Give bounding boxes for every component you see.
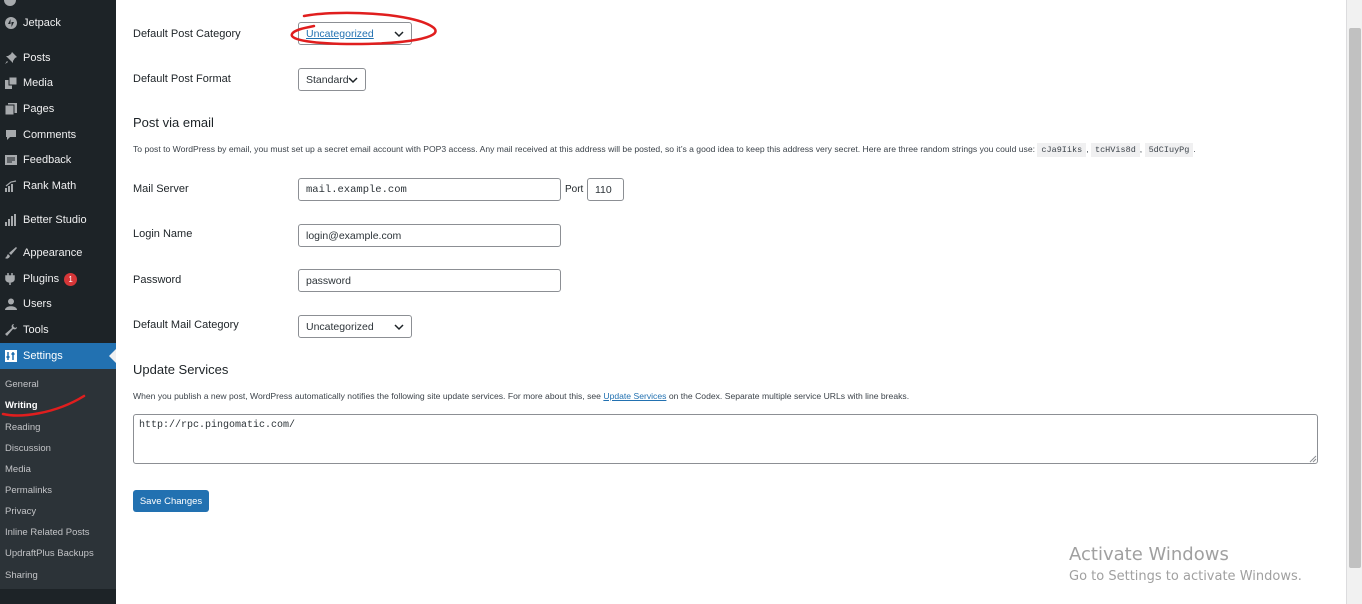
default-post-format-label: Default Post Format: [133, 73, 231, 85]
user-icon: [4, 297, 18, 311]
chevron-down-icon: [348, 77, 358, 84]
default-mail-category-select[interactable]: Uncategorized: [298, 315, 412, 338]
default-post-format-select[interactable]: Standard: [298, 68, 366, 91]
port-input[interactable]: 110: [587, 178, 624, 201]
sidebar-item-tools[interactable]: Tools: [0, 317, 116, 343]
sidebar-item-label: Appearance: [23, 247, 83, 259]
bars-icon: [4, 213, 18, 227]
submenu-item-general[interactable]: General: [5, 377, 39, 393]
default-mail-category-label: Default Mail Category: [133, 319, 239, 331]
settings-writing-panel: Default Post Category Uncategorized Defa…: [116, 0, 1346, 604]
sidebar-item-users[interactable]: Users: [0, 291, 116, 317]
login-name-label: Login Name: [133, 228, 193, 240]
submenu-item-sharing[interactable]: Sharing: [5, 568, 38, 584]
mail-server-input[interactable]: mail.example.com: [298, 178, 561, 201]
update-services-title: Update Services: [133, 362, 229, 377]
admin-sidebar: Jetpack Posts Media Pages Comments Feedb…: [0, 0, 116, 604]
plugin-icon: [4, 272, 18, 286]
plugin-update-badge: 1: [64, 272, 78, 286]
submenu-item-reading[interactable]: Reading: [5, 420, 40, 436]
sidebar-item-label: Tools: [23, 324, 49, 336]
comment-icon: [4, 128, 18, 142]
jetpack-icon: [4, 16, 18, 30]
sidebar-item-pages[interactable]: Pages: [0, 96, 116, 122]
port-label: Port: [565, 184, 584, 195]
chevron-down-icon: [394, 324, 404, 331]
select-value: Standard: [306, 73, 349, 86]
submenu-item-updraftplus-backups[interactable]: UpdraftPlus Backups: [5, 546, 94, 562]
submenu-item-writing[interactable]: Writing: [5, 398, 38, 414]
select-value: Uncategorized: [306, 27, 374, 40]
submenu-item-privacy[interactable]: Privacy: [5, 504, 36, 520]
sidebar-item-jetpack[interactable]: Jetpack: [0, 10, 116, 36]
pin-icon: [4, 51, 18, 65]
update-services-link[interactable]: Update Services: [603, 391, 666, 401]
post-via-email-description: To post to WordPress by email, you must …: [133, 143, 1196, 157]
sidebar-item-label: Feedback: [23, 154, 72, 166]
select-value: Uncategorized: [306, 320, 374, 333]
sidebar-item-media[interactable]: Media: [0, 70, 116, 96]
sidebar-item-label: Plugins: [23, 273, 60, 285]
sidebar-item-label: Jetpack: [23, 17, 61, 29]
default-post-category-label: Default Post Category: [133, 28, 241, 40]
media-icon: [4, 76, 18, 90]
page-scrollbar[interactable]: [1346, 0, 1362, 604]
settings-submenu: General Writing Reading Discussion Media…: [0, 369, 116, 589]
save-changes-button[interactable]: Save Changes: [133, 490, 209, 512]
mail-server-label: Mail Server: [133, 183, 189, 195]
submenu-item-inline-related-posts[interactable]: Inline Related Posts: [5, 525, 90, 541]
sidebar-item-label: Comments: [23, 129, 77, 141]
sidebar-item-label: Posts: [23, 52, 51, 64]
random-string-code: tcHVis8d: [1090, 143, 1140, 157]
random-string-code: cJa9Iiks: [1037, 143, 1087, 157]
sidebar-item-posts[interactable]: Posts: [0, 45, 116, 71]
default-post-category-select[interactable]: Uncategorized: [298, 22, 412, 45]
sidebar-item-comments[interactable]: Comments: [0, 122, 116, 148]
password-input[interactable]: password: [298, 269, 561, 292]
sidebar-item-rank-math[interactable]: Rank Math: [0, 173, 116, 199]
submenu-item-discussion[interactable]: Discussion: [5, 441, 51, 457]
post-via-email-title: Post via email: [133, 115, 214, 130]
sidebar-item-plugins[interactable]: Plugins 1: [0, 266, 116, 292]
submenu-item-permalinks[interactable]: Permalinks: [5, 483, 52, 499]
login-name-input[interactable]: login@example.com: [298, 224, 561, 247]
sidebar-item-appearance[interactable]: Appearance: [0, 240, 116, 266]
sidebar-item-label: Users: [23, 298, 52, 310]
feedback-icon: [4, 153, 18, 167]
pages-icon: [4, 102, 18, 116]
sidebar-item-label: Media: [23, 77, 53, 89]
sidebar-item-better-studio[interactable]: Better Studio: [0, 207, 116, 233]
brush-icon: [4, 246, 18, 260]
update-services-textarea[interactable]: http://rpc.pingomatic.com/: [133, 414, 1318, 464]
update-services-description: When you publish a new post, WordPress a…: [133, 391, 910, 401]
partial-menu-icon: [4, 0, 16, 6]
sidebar-item-settings[interactable]: Settings: [0, 343, 116, 369]
sidebar-item-label: Pages: [23, 103, 55, 115]
sidebar-item-label: Better Studio: [23, 214, 87, 226]
sidebar-item-label: Settings: [23, 350, 63, 362]
submenu-item-media[interactable]: Media: [5, 462, 31, 478]
resize-handle-icon[interactable]: [1309, 455, 1317, 463]
sidebar-item-label: Rank Math: [23, 180, 77, 192]
password-label: Password: [133, 274, 182, 286]
wrench-icon: [4, 323, 18, 337]
chevron-down-icon: [394, 31, 404, 38]
settings-icon: [4, 349, 18, 363]
activate-windows-subtitle: Go to Settings to activate Windows.: [1069, 569, 1302, 584]
scrollbar-thumb[interactable]: [1349, 28, 1361, 568]
chart-icon: [4, 179, 18, 193]
random-string-code: 5dCIuyPg: [1144, 143, 1194, 157]
sidebar-item-feedback[interactable]: Feedback: [0, 147, 116, 173]
activate-windows-title: Activate Windows: [1069, 544, 1229, 565]
